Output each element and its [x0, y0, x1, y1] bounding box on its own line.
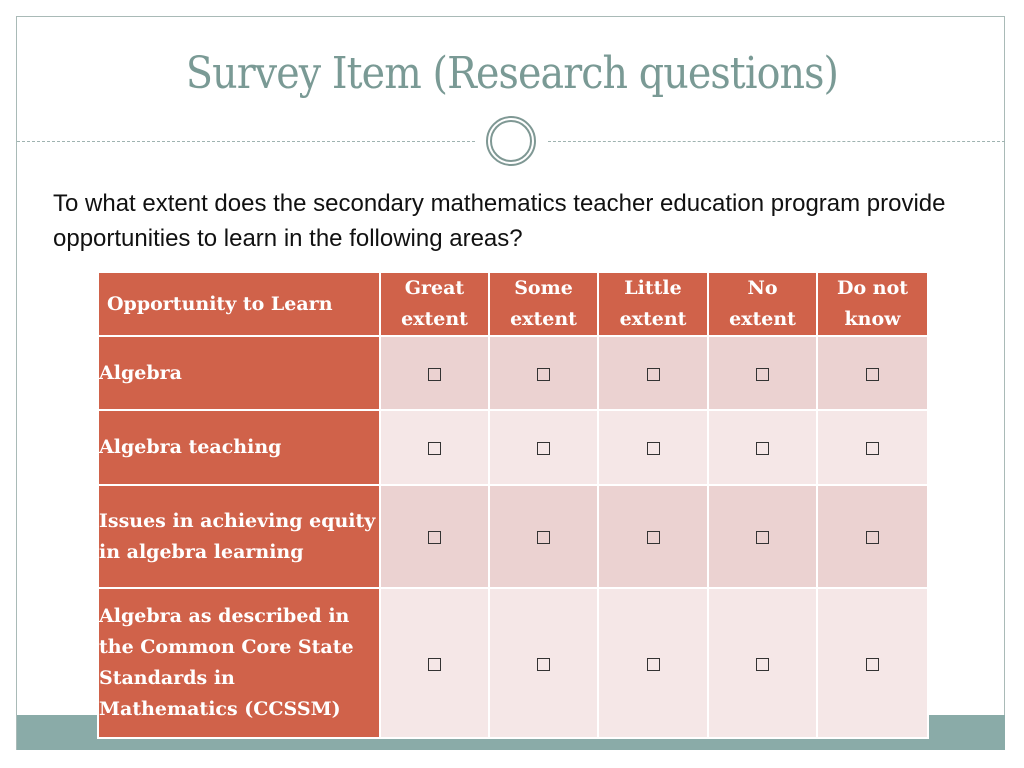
- checkbox-icon[interactable]: [866, 531, 879, 544]
- survey-question: To what extent does the secondary mathem…: [53, 190, 946, 252]
- checkbox-icon[interactable]: [646, 367, 660, 381]
- checkbox-icon[interactable]: [537, 657, 550, 671]
- header-opportunity-to-learn: Opportunity to Learn: [97, 271, 381, 337]
- header-little-extent: Little extent: [597, 271, 709, 337]
- checkbox-icon[interactable]: [866, 367, 879, 381]
- checkbox-icon[interactable]: [428, 531, 441, 544]
- row-label-equity: Issues in achieving equity in algebra le…: [97, 484, 381, 589]
- header-no-extent: No extent: [707, 271, 818, 337]
- table-row: Algebra: [97, 335, 929, 411]
- checkbox-icon[interactable]: [428, 367, 441, 381]
- survey-table: Opportunity to Learn Great extent Some ext…: [97, 271, 929, 739]
- table-row: Algebra as described in the Common Core …: [97, 587, 929, 739]
- header-great-extent: Great extent: [379, 271, 490, 337]
- checkbox-icon[interactable]: [756, 657, 769, 671]
- checkbox-icon[interactable]: [866, 657, 879, 671]
- checkbox-icon[interactable]: [537, 367, 550, 381]
- checkbox-icon[interactable]: [428, 442, 441, 455]
- slide-title: Survey Item (Research questions): [185, 48, 839, 99]
- checkbox-icon[interactable]: [646, 531, 660, 544]
- checkbox-icon[interactable]: [756, 367, 769, 381]
- checkbox-icon[interactable]: [646, 657, 660, 671]
- header-some-extent: Some extent: [488, 271, 599, 337]
- table-row: Algebra teaching: [97, 409, 929, 486]
- table-row: Issues in achieving equity in algebra le…: [97, 484, 929, 589]
- row-label-algebra: Algebra: [97, 335, 381, 411]
- row-label-algebra-teaching: Algebra teaching: [97, 409, 381, 486]
- circle-ornament-icon: [486, 116, 536, 166]
- title-divider-left: [17, 141, 475, 142]
- checkbox-icon[interactable]: [866, 442, 879, 455]
- checkbox-icon[interactable]: [646, 442, 660, 455]
- checkbox-icon[interactable]: [756, 531, 769, 544]
- checkbox-icon[interactable]: [537, 442, 550, 455]
- checkbox-icon[interactable]: [756, 442, 769, 455]
- row-label-ccssm: Algebra as described in the Common Core …: [97, 587, 381, 739]
- checkbox-icon[interactable]: [428, 657, 441, 671]
- header-do-not-know: Do not know: [816, 271, 929, 337]
- title-divider-right: [548, 141, 1005, 142]
- checkbox-icon[interactable]: [537, 531, 550, 544]
